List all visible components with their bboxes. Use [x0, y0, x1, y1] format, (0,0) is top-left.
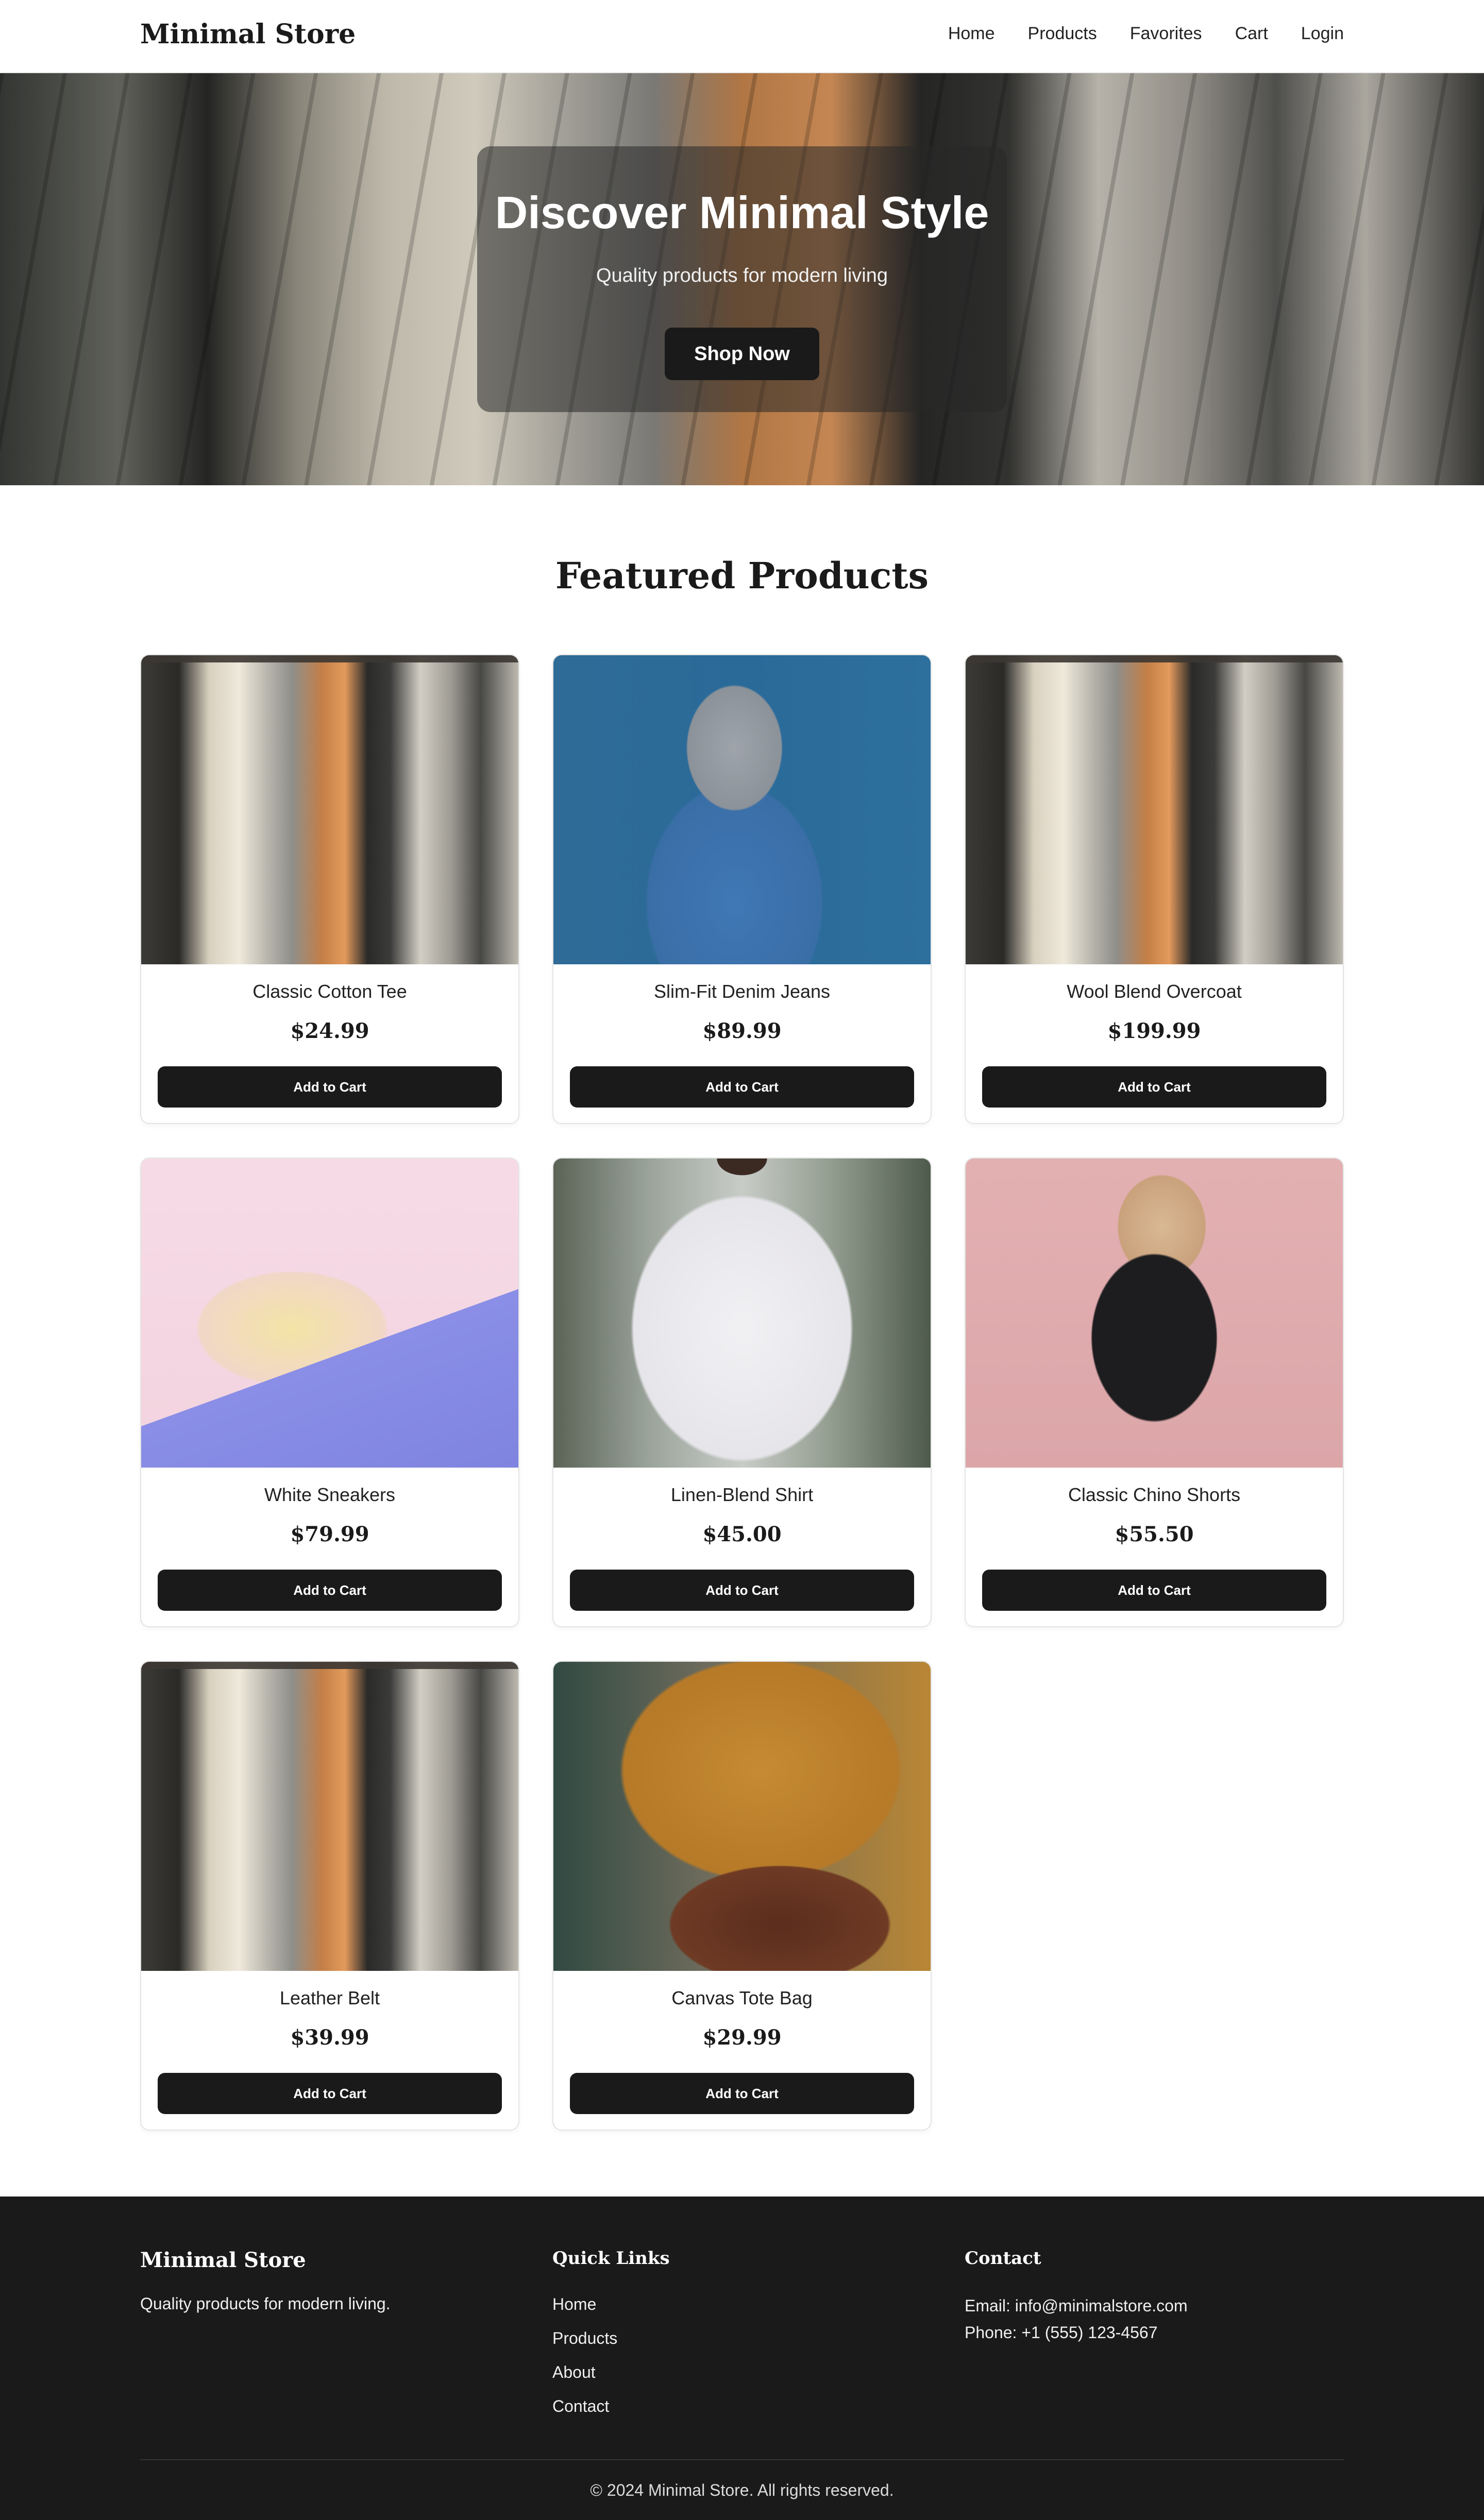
nav-products[interactable]: Products	[1028, 24, 1097, 44]
product-card: Wool Blend Overcoat $199.99 Add to Cart	[965, 654, 1344, 1124]
nav-home[interactable]: Home	[948, 24, 995, 44]
add-to-cart-button[interactable]: Add to Cart	[982, 1570, 1326, 1611]
product-name: Linen-Blend Shirt	[670, 1484, 814, 1505]
product-image[interactable]	[553, 1159, 931, 1468]
nav-cart[interactable]: Cart	[1235, 24, 1268, 44]
product-card: Linen-Blend Shirt $45.00 Add to Cart	[552, 1157, 932, 1627]
contact-phone: Phone: +1 (555) 123-4567	[965, 2323, 1158, 2342]
nav-favorites[interactable]: Favorites	[1130, 24, 1202, 44]
product-price: $79.99	[290, 1522, 369, 1546]
footer-link-home[interactable]: Home	[552, 2293, 617, 2315]
add-to-cart-button[interactable]: Add to Cart	[570, 1570, 914, 1611]
footer-divider	[140, 2459, 1344, 2460]
add-to-cart-button[interactable]: Add to Cart	[570, 2073, 914, 2114]
featured-products-title: Featured Products	[555, 554, 929, 597]
product-image[interactable]	[141, 1159, 518, 1468]
quick-links-title: Quick Links	[552, 2248, 670, 2269]
contact-info: Email: info@minimalstore.com Phone: +1 (…	[965, 2292, 1188, 2346]
contact-title: Contact	[965, 2248, 1041, 2269]
product-image[interactable]	[966, 1159, 1343, 1468]
product-name: Leather Belt	[279, 1987, 380, 2008]
hero-title: Discover Minimal Style	[495, 187, 989, 238]
add-to-cart-button[interactable]: Add to Cart	[158, 2073, 502, 2114]
product-image[interactable]	[553, 1662, 931, 1971]
add-to-cart-button[interactable]: Add to Cart	[158, 1570, 502, 1611]
product-name: Classic Cotton Tee	[252, 981, 407, 1002]
footer-link-contact[interactable]: Contact	[552, 2395, 617, 2417]
nav-login[interactable]: Login	[1301, 24, 1344, 44]
add-to-cart-button[interactable]: Add to Cart	[158, 1066, 502, 1108]
product-image[interactable]	[141, 1662, 518, 1971]
footer-tagline: Quality products for modern living.	[140, 2294, 391, 2313]
hero-content-box: Discover Minimal Style Quality products …	[477, 146, 1007, 412]
add-to-cart-button[interactable]: Add to Cart	[570, 1066, 914, 1108]
product-price: $45.00	[702, 1522, 782, 1546]
product-name: Classic Chino Shorts	[1068, 1484, 1241, 1505]
site-footer: Minimal Store Quality products for moder…	[0, 2197, 1484, 2520]
product-image[interactable]	[141, 655, 518, 964]
product-price: $55.50	[1115, 1522, 1194, 1546]
site-header: Minimal Store Home Products Favorites Ca…	[0, 0, 1484, 73]
hero-banner: Discover Minimal Style Quality products …	[0, 73, 1484, 485]
hero-subtitle: Quality products for modern living	[596, 265, 888, 286]
product-image[interactable]	[966, 655, 1343, 964]
copyright: © 2024 Minimal Store. All rights reserve…	[590, 2481, 894, 2499]
product-price: $39.99	[290, 2025, 369, 2050]
product-price: $29.99	[702, 2025, 782, 2050]
site-logo[interactable]: Minimal Store	[140, 19, 356, 50]
product-name: Canvas Tote Bag	[671, 1987, 813, 2008]
product-name: White Sneakers	[264, 1484, 396, 1505]
product-image[interactable]	[553, 655, 931, 964]
product-price: $89.99	[702, 1019, 782, 1043]
product-price: $24.99	[290, 1019, 369, 1043]
shop-now-button[interactable]: Shop Now	[665, 328, 819, 380]
product-name: Slim-Fit Denim Jeans	[653, 981, 831, 1002]
main-nav: Home Products Favorites Cart Login	[948, 24, 1344, 44]
product-card: Leather Belt $39.99 Add to Cart	[140, 1661, 519, 2131]
product-card: Slim-Fit Denim Jeans $89.99 Add to Cart	[552, 654, 932, 1124]
contact-email: Email: info@minimalstore.com	[965, 2296, 1188, 2315]
footer-link-products[interactable]: Products	[552, 2327, 617, 2349]
product-card: Classic Cotton Tee $24.99 Add to Cart	[140, 654, 519, 1124]
product-card: White Sneakers $79.99 Add to Cart	[140, 1157, 519, 1627]
footer-brand: Minimal Store	[140, 2248, 306, 2272]
product-name: Wool Blend Overcoat	[1067, 981, 1242, 1002]
product-card: Canvas Tote Bag $29.99 Add to Cart	[552, 1661, 932, 2131]
product-card: Classic Chino Shorts $55.50 Add to Cart	[965, 1157, 1344, 1627]
add-to-cart-button[interactable]: Add to Cart	[982, 1066, 1326, 1108]
product-price: $199.99	[1107, 1019, 1201, 1043]
footer-link-about[interactable]: About	[552, 2361, 617, 2383]
quick-links-list: Home Products About Contact	[552, 2293, 617, 2417]
